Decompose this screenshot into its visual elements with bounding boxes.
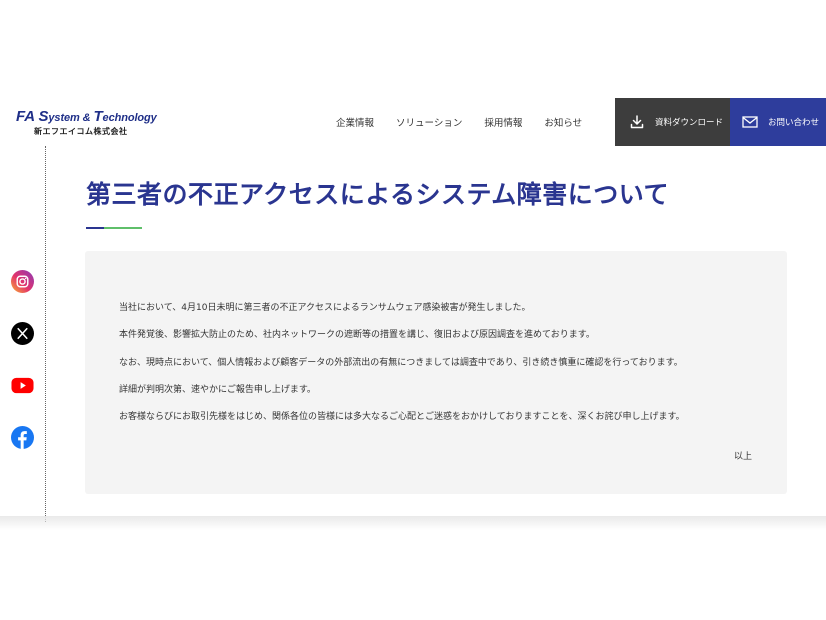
notice-closing: 以上 bbox=[733, 452, 752, 462]
sidebar-divider bbox=[45, 146, 46, 522]
notice-paragraph-5: お客様ならびにお取引先様をはじめ、関係各位の皆様には多大なるご心配とご迷惑をおか… bbox=[119, 412, 685, 422]
notice-paragraph-2: 本件発覚後、影響拡大防止のため、社内ネットワークの遮断等の措置を講じ、復旧および… bbox=[119, 330, 595, 340]
logo-letter: T bbox=[93, 108, 103, 125]
page-shadow bbox=[0, 516, 826, 530]
logo-text: echnology bbox=[102, 112, 157, 124]
facebook-icon bbox=[11, 426, 34, 449]
page: FA System & Technology 新エフエイコム株式会社 企業情報 … bbox=[0, 0, 826, 522]
logo-company-name: 新エフエイコム株式会社 bbox=[34, 127, 128, 136]
contact-button-label: お問い合わせ bbox=[768, 118, 820, 128]
download-button[interactable]: 資料ダウンロード bbox=[615, 98, 730, 146]
notice-paragraph-1: 当社において、4月10日未明に第三者の不正アクセスによるランサムウェア感染被害が… bbox=[119, 303, 531, 313]
main-nav: 企業情報 ソリューション 採用情報 お知らせ bbox=[336, 98, 604, 146]
nav-item-news[interactable]: お知らせ bbox=[544, 115, 582, 129]
download-icon bbox=[629, 114, 645, 130]
instagram-link[interactable] bbox=[11, 270, 34, 293]
x-link[interactable] bbox=[11, 322, 34, 345]
nav-item-solutions[interactable]: ソリューション bbox=[396, 115, 462, 129]
notice-box: 当社において、4月10日未明に第三者の不正アクセスによるランサムウェア感染被害が… bbox=[85, 251, 787, 494]
mail-icon bbox=[742, 114, 758, 130]
page-title: 第三者の不正アクセスによるシステム障害について bbox=[86, 180, 670, 209]
youtube-icon bbox=[11, 377, 34, 394]
nav-item-company[interactable]: 企業情報 bbox=[336, 115, 374, 129]
title-underline-blue bbox=[86, 227, 104, 229]
nav-item-recruit[interactable]: 採用情報 bbox=[484, 115, 522, 129]
logo-wordmark: FA System & Technology bbox=[16, 108, 157, 125]
x-icon bbox=[11, 322, 34, 345]
contact-button[interactable]: お問い合わせ bbox=[730, 98, 826, 146]
site-header: FA System & Technology 新エフエイコム株式会社 企業情報 … bbox=[0, 98, 826, 146]
logo-text: ystem & bbox=[48, 112, 94, 124]
download-button-label: 資料ダウンロード bbox=[655, 118, 724, 128]
notice-paragraph-4: 詳細が判明次第、速やかにご報告申し上げます。 bbox=[119, 385, 316, 395]
facebook-link[interactable] bbox=[11, 426, 34, 449]
instagram-icon bbox=[11, 270, 34, 293]
logo-letter: A bbox=[24, 108, 39, 125]
logo-letter: F bbox=[16, 108, 25, 125]
notice-paragraph-3: なお、現時点において、個人情報および顧客データの外部流出の有無につきましては調査… bbox=[119, 358, 683, 368]
logo-letter: S bbox=[38, 108, 49, 125]
title-underline-green bbox=[104, 227, 142, 229]
youtube-link[interactable] bbox=[11, 374, 34, 397]
company-logo[interactable]: FA System & Technology 新エフエイコム株式会社 bbox=[16, 108, 157, 140]
